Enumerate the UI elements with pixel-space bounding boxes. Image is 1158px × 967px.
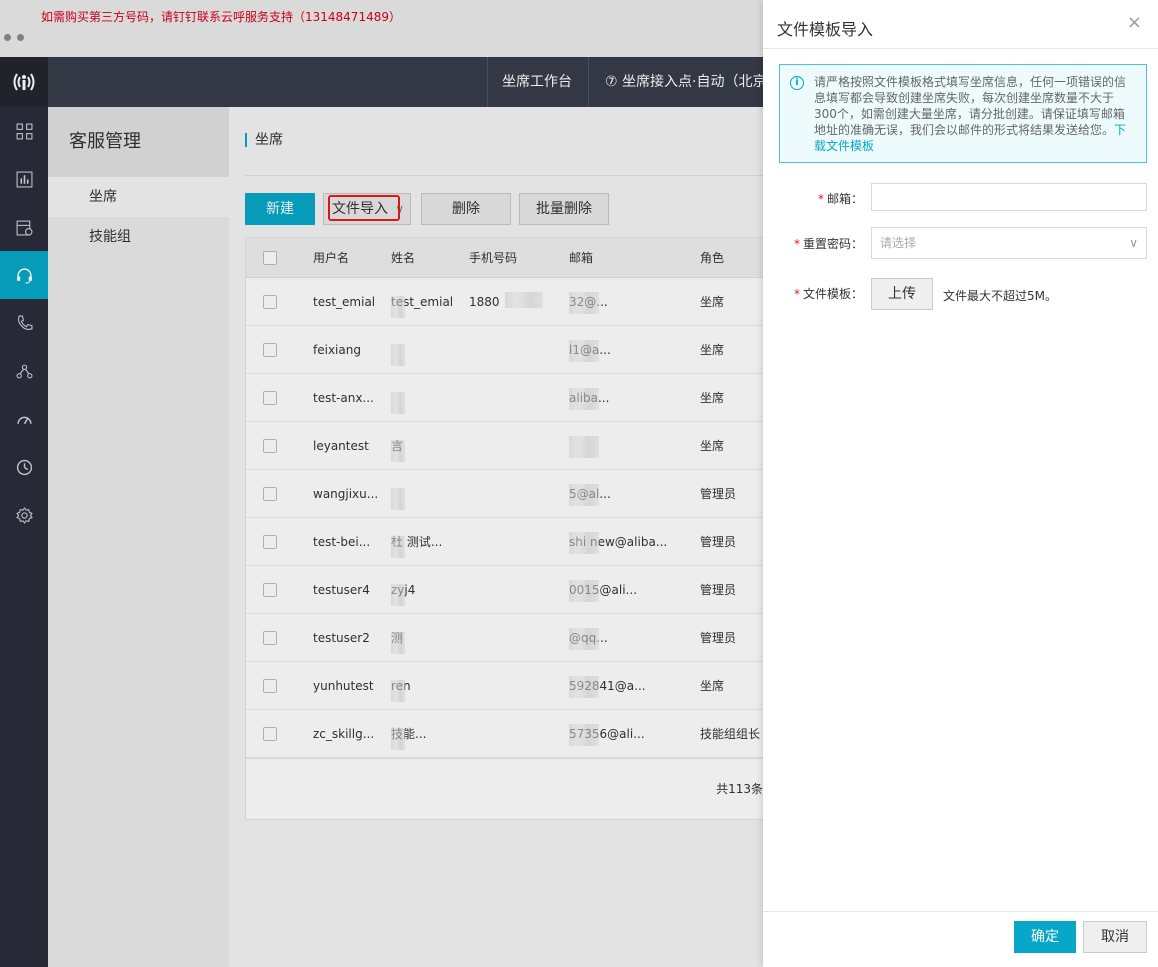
file-template-label: * 文件模板： [793, 287, 863, 301]
chevron-down-icon: ∨ [1129, 236, 1138, 250]
alert-text: 请严格按照文件模板格式填写坐席信息，任何一项错误的信息填写都会导致创建坐席失败，… [814, 75, 1127, 137]
drawer-title: 文件模板导入 [777, 20, 874, 39]
cancel-button[interactable]: 取消 [1083, 921, 1147, 953]
overlay-mask[interactable] [0, 0, 763, 967]
reset-password-label: * 重置密码： [793, 237, 863, 251]
email-label: * 邮箱： [817, 192, 863, 206]
confirm-button[interactable]: 确定 [1014, 921, 1076, 953]
upload-hint: 文件最大不超过5M。 [943, 289, 1057, 303]
close-icon[interactable]: × [1127, 14, 1142, 32]
info-icon: i [790, 76, 804, 90]
upload-button[interactable]: 上传 [871, 278, 933, 310]
email-field[interactable] [871, 183, 1147, 211]
file-import-drawer: 文件模板导入 × i 请严格按照文件模板格式填写坐席信息，任何一项错误的信息填写… [763, 0, 1158, 967]
drawer-footer: 确定 取消 [763, 911, 1158, 967]
select-placeholder: 请选择 [880, 236, 917, 250]
info-alert: i 请严格按照文件模板格式填写坐席信息，任何一项错误的信息填写都会导致创建坐席失… [779, 64, 1147, 163]
reset-password-select[interactable]: 请选择 ∨ [871, 227, 1147, 259]
